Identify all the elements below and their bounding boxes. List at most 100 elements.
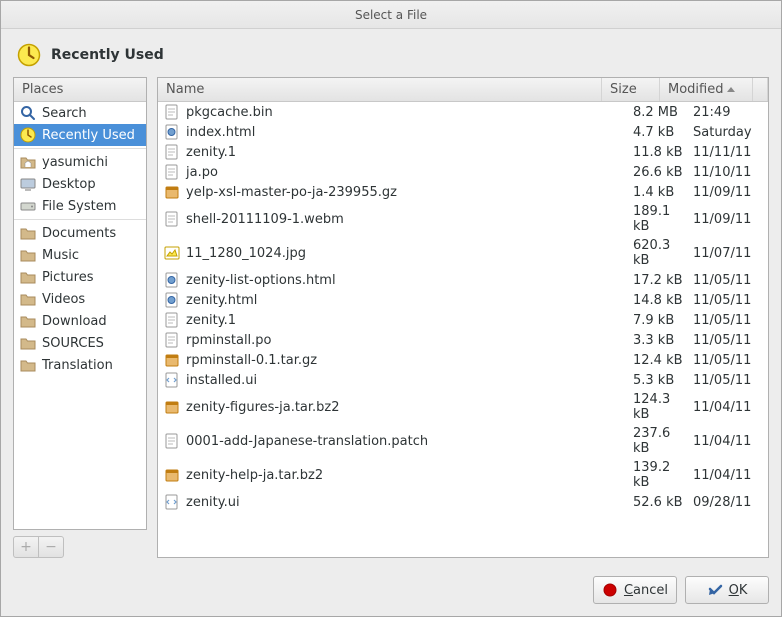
file-modified: 11/05/11 bbox=[693, 273, 768, 288]
file-type-icon bbox=[164, 399, 180, 415]
file-chooser-window: Select a File Recently Used Places Searc… bbox=[0, 0, 782, 617]
file-row[interactable]: zenity-list-options.html 17.2 kB 11/05/1… bbox=[158, 270, 768, 290]
place-item[interactable]: Videos bbox=[14, 288, 146, 310]
file-row[interactable]: zenity.1 7.9 kB 11/05/11 bbox=[158, 310, 768, 330]
places-header: Places bbox=[14, 78, 146, 102]
file-size: 3.3 kB bbox=[633, 333, 693, 348]
column-size[interactable]: Size bbox=[602, 78, 660, 101]
file-modified: 11/04/11 bbox=[693, 400, 768, 415]
file-type-icon bbox=[164, 352, 180, 368]
file-size: 52.6 kB bbox=[633, 495, 693, 510]
file-type-icon bbox=[164, 494, 180, 510]
column-name[interactable]: Name bbox=[158, 78, 602, 101]
place-label: File System bbox=[42, 199, 116, 214]
desktop-icon bbox=[20, 176, 36, 192]
place-item[interactable]: Pictures bbox=[14, 266, 146, 288]
place-label: yasumichi bbox=[42, 155, 108, 170]
file-row[interactable]: 11_1280_1024.jpg 620.3 kB 11/07/11 bbox=[158, 236, 768, 270]
file-modified: 11/11/11 bbox=[693, 145, 768, 160]
place-item[interactable]: Translation bbox=[14, 354, 146, 376]
bookmark-buttons: + − bbox=[13, 536, 147, 558]
file-size: 26.6 kB bbox=[633, 165, 693, 180]
file-size: 189.1 kB bbox=[633, 204, 693, 234]
file-modified: 11/04/11 bbox=[693, 434, 768, 449]
file-modified: 11/07/11 bbox=[693, 246, 768, 261]
window-title: Select a File bbox=[355, 8, 427, 22]
file-type-icon bbox=[164, 433, 180, 449]
file-type-icon bbox=[164, 272, 180, 288]
places-panel: Places Search Recently Used yasumichi Deskt… bbox=[13, 77, 147, 530]
file-row[interactable]: zenity-help-ja.tar.bz2 139.2 kB 11/04/11 bbox=[158, 458, 768, 492]
place-label: Videos bbox=[42, 292, 85, 307]
file-type-icon bbox=[164, 332, 180, 348]
file-modified: 09/28/11 bbox=[693, 495, 768, 510]
file-row[interactable]: pkgcache.bin 8.2 MB 21:49 bbox=[158, 102, 768, 122]
place-label: Download bbox=[42, 314, 107, 329]
file-modified: 11/05/11 bbox=[693, 333, 768, 348]
file-name: rpminstall-0.1.tar.gz bbox=[186, 353, 317, 368]
file-size: 620.3 kB bbox=[633, 238, 693, 268]
file-list-header: Name Size Modified bbox=[158, 78, 768, 102]
window-titlebar[interactable]: Select a File bbox=[1, 1, 781, 29]
places-list[interactable]: Search Recently Used yasumichi Desktop File … bbox=[14, 102, 146, 529]
place-item[interactable]: Search bbox=[14, 102, 146, 124]
file-modified: 21:49 bbox=[693, 105, 768, 120]
file-size: 7.9 kB bbox=[633, 313, 693, 328]
place-item[interactable]: SOURCES bbox=[14, 332, 146, 354]
folder-icon bbox=[20, 357, 36, 373]
file-size: 4.7 kB bbox=[633, 125, 693, 140]
place-item[interactable]: Desktop bbox=[14, 173, 146, 195]
column-modified[interactable]: Modified bbox=[660, 78, 752, 101]
file-list[interactable]: pkgcache.bin 8.2 MB 21:49 index.html 4.7… bbox=[158, 102, 768, 557]
place-item[interactable]: Recently Used bbox=[14, 124, 146, 146]
file-row[interactable]: rpminstall-0.1.tar.gz 12.4 kB 11/05/11 bbox=[158, 350, 768, 370]
file-row[interactable]: zenity-figures-ja.tar.bz2 124.3 kB 11/04… bbox=[158, 390, 768, 424]
file-type-icon bbox=[164, 184, 180, 200]
file-modified: 11/05/11 bbox=[693, 313, 768, 328]
places-separator bbox=[14, 219, 146, 220]
file-name: installed.ui bbox=[186, 373, 257, 388]
file-name: zenity-list-options.html bbox=[186, 273, 336, 288]
place-item[interactable]: File System bbox=[14, 195, 146, 217]
place-item[interactable]: Documents bbox=[14, 222, 146, 244]
folder-icon bbox=[20, 313, 36, 329]
file-row[interactable]: zenity.1 11.8 kB 11/11/11 bbox=[158, 142, 768, 162]
file-name: yelp-xsl-master-po-ja-239955.gz bbox=[186, 185, 397, 200]
file-row[interactable]: ja.po 26.6 kB 11/10/11 bbox=[158, 162, 768, 182]
remove-bookmark-button[interactable]: − bbox=[38, 536, 64, 558]
place-item[interactable]: Download bbox=[14, 310, 146, 332]
file-name: zenity.1 bbox=[186, 145, 236, 160]
file-row[interactable]: installed.ui 5.3 kB 11/05/11 bbox=[158, 370, 768, 390]
ok-icon bbox=[707, 582, 723, 598]
file-modified: 11/05/11 bbox=[693, 373, 768, 388]
file-modified: 11/04/11 bbox=[693, 468, 768, 483]
folder-icon bbox=[20, 225, 36, 241]
file-modified: 11/10/11 bbox=[693, 165, 768, 180]
file-size: 14.8 kB bbox=[633, 293, 693, 308]
file-size: 124.3 kB bbox=[633, 392, 693, 422]
file-row[interactable]: zenity.ui 52.6 kB 09/28/11 bbox=[158, 492, 768, 512]
file-type-icon bbox=[164, 144, 180, 160]
recent-icon bbox=[20, 127, 36, 143]
place-item[interactable]: Music bbox=[14, 244, 146, 266]
file-type-icon bbox=[164, 211, 180, 227]
file-row[interactable]: shell-20111109-1.webm 189.1 kB 11/09/11 bbox=[158, 202, 768, 236]
cancel-button[interactable]: Cancel bbox=[593, 576, 677, 604]
file-row[interactable]: yelp-xsl-master-po-ja-239955.gz 1.4 kB 1… bbox=[158, 182, 768, 202]
file-name: zenity.1 bbox=[186, 313, 236, 328]
file-row[interactable]: zenity.html 14.8 kB 11/05/11 bbox=[158, 290, 768, 310]
place-item[interactable]: yasumichi bbox=[14, 151, 146, 173]
file-name: zenity-figures-ja.tar.bz2 bbox=[186, 400, 340, 415]
file-row[interactable]: rpminstall.po 3.3 kB 11/05/11 bbox=[158, 330, 768, 350]
file-modified: 11/09/11 bbox=[693, 212, 768, 227]
file-type-icon bbox=[164, 245, 180, 261]
main-area: Places Search Recently Used yasumichi Deskt… bbox=[1, 77, 781, 566]
file-size: 12.4 kB bbox=[633, 353, 693, 368]
place-label: Recently Used bbox=[42, 128, 135, 143]
places-separator bbox=[14, 148, 146, 149]
file-row[interactable]: index.html 4.7 kB Saturday bbox=[158, 122, 768, 142]
file-type-icon bbox=[164, 312, 180, 328]
file-row[interactable]: 0001-add-Japanese-translation.patch 237.… bbox=[158, 424, 768, 458]
ok-button[interactable]: OK bbox=[685, 576, 769, 604]
add-bookmark-button[interactable]: + bbox=[13, 536, 39, 558]
